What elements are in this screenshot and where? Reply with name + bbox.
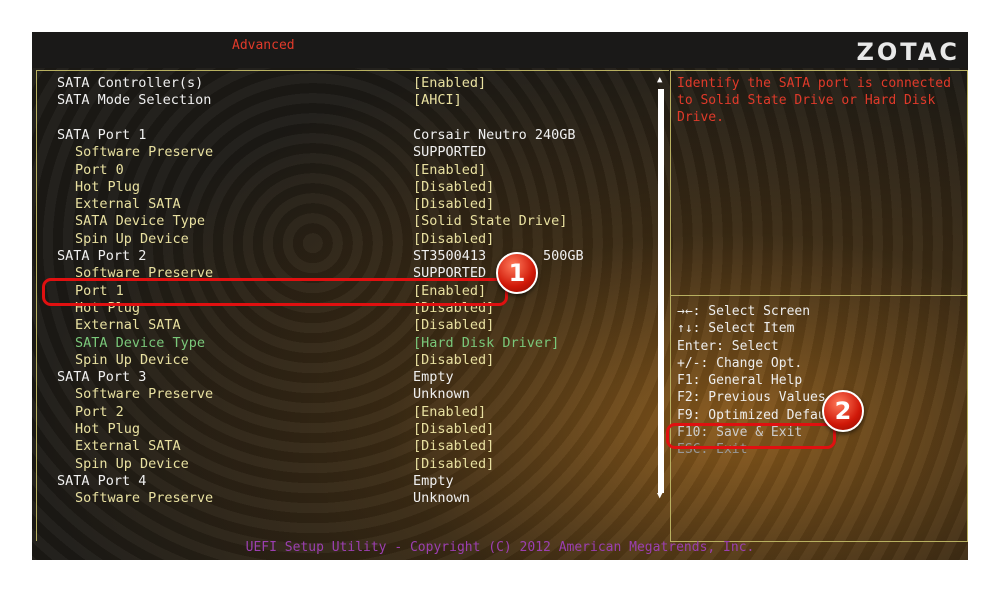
scrollbar-thumb[interactable] <box>658 89 664 493</box>
setting-value[interactable]: [Disabled] <box>413 438 494 454</box>
tab-advanced[interactable]: Advanced <box>232 38 295 53</box>
zotac-logo: ZOTAC <box>856 38 960 66</box>
setting-label[interactable]: External SATA <box>75 438 181 454</box>
setting-label[interactable]: Hot Plug <box>75 179 140 195</box>
setting-label[interactable]: Software Preserve <box>75 386 213 402</box>
setting-value[interactable]: [Disabled] <box>413 421 494 437</box>
setting-label[interactable]: SATA Port 2 <box>57 248 146 264</box>
help-panel: Identify the SATA port is connected to S… <box>670 70 968 542</box>
setting-value[interactable]: [Enabled] <box>413 75 486 91</box>
setting-label[interactable]: Spin Up Device <box>75 231 189 247</box>
setting-label[interactable]: SATA Mode Selection <box>57 92 211 108</box>
setting-value[interactable]: [Enabled] <box>413 162 486 178</box>
setting-value: Empty <box>413 472 454 489</box>
setting-value[interactable]: [Enabled] <box>413 404 486 420</box>
help-text: Identify the SATA port is connected to S… <box>677 76 951 125</box>
setting-label[interactable]: SATA Port 3 <box>57 369 146 385</box>
key-select-screen: →←: Select Screen <box>677 304 811 319</box>
setting-label[interactable]: SATA Port 4 <box>57 473 146 489</box>
footer-copyright: UEFI Setup Utility - Copyright (C) 2012 … <box>245 540 755 555</box>
key-select-item: ↑↓: Select Item <box>677 321 795 337</box>
setting-label[interactable]: SATA Device Type <box>75 213 205 229</box>
setting-value: Unknown <box>413 386 470 403</box>
setting-value: Empty <box>413 369 454 386</box>
setting-value: Corsair Neutro 240GB <box>413 126 576 143</box>
setting-label[interactable]: Port 2 <box>75 404 124 420</box>
setting-label[interactable]: Spin Up Device <box>75 456 189 472</box>
key-f1: F1: General Help <box>677 373 803 389</box>
setting-label[interactable]: SATA Port 1 <box>57 127 146 143</box>
setting-value: SUPPORTED <box>413 144 487 161</box>
setting-label[interactable]: SATA Device Type <box>75 335 205 351</box>
setting-label[interactable]: Port 0 <box>75 162 124 178</box>
setting-label[interactable]: SATA Controller(s) <box>57 75 203 91</box>
setting-value: Unknown <box>413 490 470 507</box>
setting-label[interactable]: External SATA <box>75 317 181 333</box>
setting-label[interactable]: Software Preserve <box>75 144 213 160</box>
highlight-f10 <box>666 423 836 449</box>
setting-label[interactable]: External SATA <box>75 196 181 212</box>
setting-value[interactable]: [Hard Disk Driver] <box>413 335 559 351</box>
top-bar: Advanced ZOTAC <box>32 32 968 68</box>
setting-label[interactable]: Spin Up Device <box>75 352 189 368</box>
setting-value[interactable]: [Disabled] <box>413 179 494 195</box>
divider <box>671 295 967 296</box>
key-change-opt: +/-: Change Opt. <box>677 355 803 371</box>
setting-value[interactable]: [Disabled] <box>413 196 494 212</box>
setting-label[interactable]: Hot Plug <box>75 421 140 437</box>
setting-value[interactable]: [Disabled] <box>413 456 494 472</box>
setting-value[interactable]: [Disabled] <box>413 231 494 247</box>
badge-1: 1 <box>496 252 538 294</box>
setting-value[interactable]: [Solid State Drive] <box>413 213 567 229</box>
setting-value[interactable]: [Disabled] <box>413 352 494 368</box>
setting-value[interactable]: [AHCI] <box>413 92 462 108</box>
scroll-down-icon[interactable]: ▼ <box>657 491 662 501</box>
setting-label[interactable]: Software Preserve <box>75 490 213 506</box>
badge-2: 2 <box>822 390 864 432</box>
key-enter: Enter: Select <box>677 338 779 354</box>
highlight-port1 <box>42 278 508 306</box>
setting-value[interactable]: [Disabled] <box>413 317 494 333</box>
scroll-up-icon[interactable]: ▲ <box>657 75 662 85</box>
scrollbar[interactable]: ▲ ▼ <box>657 75 665 501</box>
